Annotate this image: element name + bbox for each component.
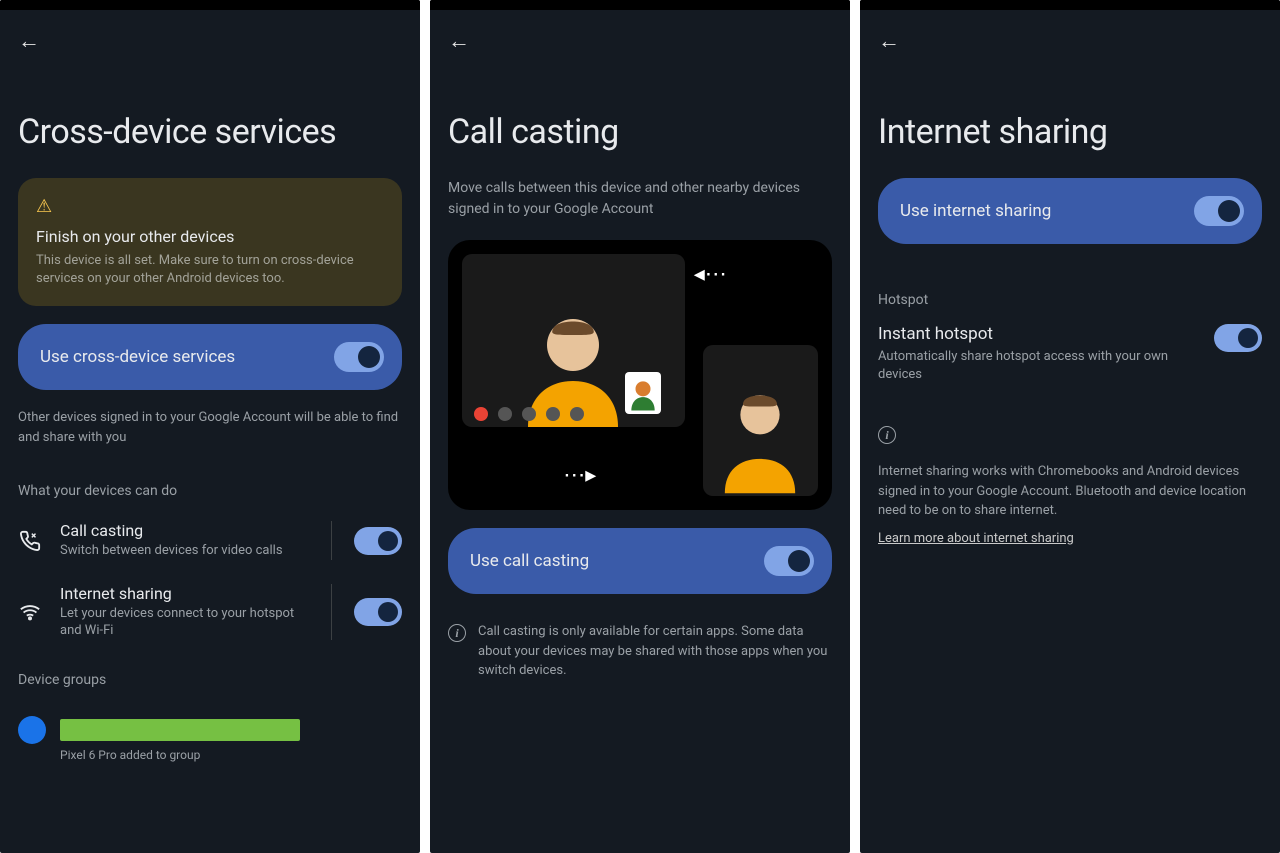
feature-internet-sharing[interactable]: Internet sharing Let your devices connec… xyxy=(18,572,402,652)
instant-hotspot-row[interactable]: Instant hotspot Automatically share hots… xyxy=(878,318,1262,404)
instant-hotspot-switch[interactable] xyxy=(1214,324,1262,352)
app-bar: ← xyxy=(860,10,1280,62)
switch-icon xyxy=(334,342,384,372)
call-casting-switch[interactable] xyxy=(354,527,402,555)
device-avatar-icon xyxy=(18,716,46,744)
feature-title: Call casting xyxy=(60,521,309,540)
warning-body: This device is all set. Make sure to tur… xyxy=(36,252,384,288)
section-hotspot-label: Hotspot xyxy=(878,292,1262,308)
status-bar xyxy=(860,0,1280,10)
info-block: i Internet sharing works with Chromebook… xyxy=(878,424,1262,548)
page-title: Internet sharing xyxy=(878,112,1262,152)
screen-cross-device: ← Cross-device services ⚠ Finish on your… xyxy=(0,0,420,853)
page-title: Cross-device services xyxy=(18,112,402,152)
info-text: Call casting is only available for certa… xyxy=(478,622,832,681)
page-title: Call casting xyxy=(448,112,832,152)
section-groups-label: Device groups xyxy=(18,672,402,688)
feature-call-casting[interactable]: Call casting Switch between devices for … xyxy=(18,509,402,572)
screen-internet-sharing: ← Internet sharing Use internet sharing … xyxy=(860,0,1280,853)
setting-title: Instant hotspot xyxy=(878,324,1198,344)
back-icon[interactable]: ← xyxy=(448,28,470,54)
cast-arrow-icon: ◂⋯ xyxy=(694,262,727,287)
status-bar xyxy=(430,0,850,10)
toggle-label: Use cross-device services xyxy=(40,347,235,367)
feature-title: Internet sharing xyxy=(60,584,309,603)
info-text: Internet sharing works with Chromebooks … xyxy=(878,464,1246,518)
helper-text: Other devices signed in to your Google A… xyxy=(18,408,402,447)
call-casting-illustration: ◂⋯ ⋯▸ xyxy=(448,240,832,510)
feature-sub: Let your devices connect to your hotspot… xyxy=(60,606,309,640)
thumb-avatar xyxy=(625,372,661,414)
setting-sub: Automatically share hotspot access with … xyxy=(878,348,1198,384)
app-bar: ← xyxy=(0,10,420,62)
back-icon[interactable]: ← xyxy=(18,28,40,54)
device-group-row[interactable] xyxy=(18,716,402,744)
redacted-device-name xyxy=(60,719,300,741)
internet-sharing-switch[interactable] xyxy=(354,598,402,626)
divider xyxy=(331,521,332,560)
learn-more-link[interactable]: Learn more about internet sharing xyxy=(878,529,1074,549)
wifi-icon xyxy=(18,600,42,624)
warning-card: ⚠ Finish on your other devices This devi… xyxy=(18,178,402,306)
back-icon[interactable]: ← xyxy=(878,28,900,54)
use-internet-sharing-toggle[interactable]: Use internet sharing xyxy=(878,178,1262,244)
feature-sub: Switch between devices for video calls xyxy=(60,543,309,560)
use-cross-device-toggle[interactable]: Use cross-device services xyxy=(18,324,402,390)
use-call-casting-toggle[interactable]: Use call casting xyxy=(448,528,832,594)
switch-icon xyxy=(764,546,814,576)
pager-dots xyxy=(474,407,584,421)
screen-call-casting: ← Call casting Move calls between this d… xyxy=(430,0,850,853)
app-bar: ← xyxy=(430,10,850,62)
info-icon: i xyxy=(878,426,896,444)
status-bar xyxy=(0,0,420,10)
info-block: i Call casting is only available for cer… xyxy=(448,622,832,681)
cast-arrow-icon: ⋯▸ xyxy=(563,463,596,488)
switch-icon xyxy=(1194,196,1244,226)
device-group-caption: Pixel 6 Pro added to group xyxy=(60,748,402,762)
info-icon: i xyxy=(448,624,466,642)
toggle-label: Use internet sharing xyxy=(900,201,1051,221)
toggle-label: Use call casting xyxy=(470,551,589,571)
page-subtitle: Move calls between this device and other… xyxy=(448,178,832,220)
phone-icon xyxy=(18,529,42,553)
warning-icon: ⚠ xyxy=(36,196,384,217)
section-features-label: What your devices can do xyxy=(18,483,402,499)
warning-title: Finish on your other devices xyxy=(36,227,384,246)
divider xyxy=(331,584,332,640)
